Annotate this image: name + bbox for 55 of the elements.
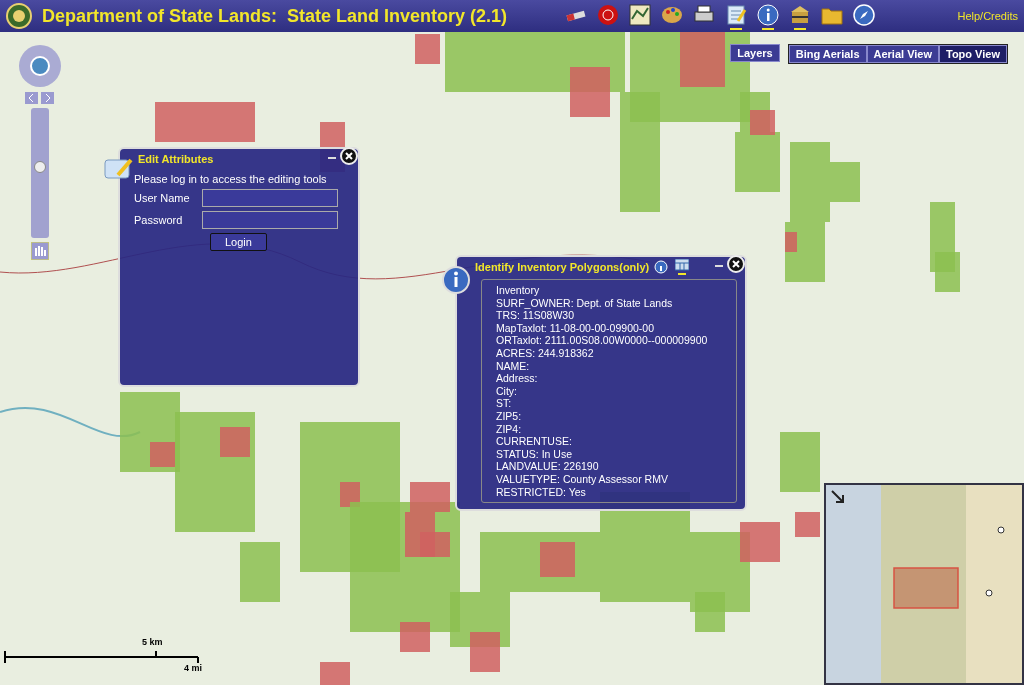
close-icon <box>732 260 740 268</box>
attribute-line: VALUETYPE: County Assessor RMV <box>496 472 669 486</box>
minimize-button[interactable] <box>328 157 336 159</box>
attribute-line: TRS: 11S08W30 <box>496 309 575 322</box>
info-icon <box>757 4 780 26</box>
input-field[interactable] <box>202 211 338 229</box>
compass-icon <box>853 4 876 26</box>
target-icon <box>597 4 620 26</box>
close-icon <box>345 152 353 160</box>
prev-next-icon[interactable] <box>25 92 55 104</box>
info-icon[interactable] <box>654 260 668 274</box>
basemap-button[interactable]: Bing Aerials <box>788 45 867 63</box>
help-credits-link[interactable]: Help/Credits <box>957 10 1018 22</box>
login-button[interactable]: Login <box>210 233 267 251</box>
attribute-line: NAME: <box>496 359 531 373</box>
input-field[interactable] <box>202 189 338 207</box>
attribute-line: City: <box>496 384 518 398</box>
attribute-line: Address: <box>496 372 539 385</box>
attribute-line: RESTRICTED: Yes <box>496 485 587 499</box>
basemap-button[interactable]: Topo View <box>939 45 1007 63</box>
field-label: Password <box>134 214 184 226</box>
panel-title: Edit Attributes <box>138 153 214 165</box>
table-icon[interactable] <box>675 259 689 275</box>
minimize-button[interactable] <box>715 265 723 267</box>
scale-label: 5 km <box>142 637 163 647</box>
info-icon <box>441 265 471 295</box>
attribute-line: MapTaxlot: 11-08-00-00-09900-00 <box>496 321 655 335</box>
topographic-map[interactable] <box>0 32 1024 685</box>
zoom-thumb[interactable] <box>34 160 46 173</box>
palette-icon <box>661 4 684 26</box>
login-message: Please log in to access the editing tools <box>134 173 328 185</box>
panel-title: Identify Inventory Polygons(only) <box>475 261 650 273</box>
attribute-line: Inventory <box>496 284 541 297</box>
close-button[interactable] <box>340 147 358 165</box>
attribute-line: ACRES: 244.918362 <box>496 346 595 360</box>
attribute-line: STATUS: In Use <box>496 447 574 461</box>
close-button[interactable] <box>727 255 745 273</box>
attribute-line: ST: <box>496 397 513 410</box>
attribute-line: LANDVALUE: 226190 <box>496 460 600 473</box>
scale-label: 4 mi <box>184 663 202 673</box>
collapse-arrow-icon[interactable] <box>830 489 846 505</box>
attribute-line: CURRENTUSE: <box>496 435 573 448</box>
notepad-icon <box>725 4 748 26</box>
zoom-slider[interactable] <box>31 108 49 238</box>
attribute-line: SURF_OWNER: Dept. of State Lands <box>496 296 674 310</box>
attribute-line: ORTaxlot: 2111.00S08.00W0000--000009900 <box>496 334 709 347</box>
layers-button[interactable]: Layers <box>730 44 780 62</box>
basemap-button[interactable]: Aerial View <box>866 45 939 63</box>
attribute-line: ZIP5: <box>496 409 523 423</box>
field-label: User Name <box>134 192 191 204</box>
pan-control-icon[interactable] <box>18 44 62 88</box>
attribute-line: ZIP4: <box>496 422 523 436</box>
app-title: Department of State Lands: State Land Inventory (2.1) <box>42 5 509 27</box>
seal-icon <box>6 3 32 29</box>
info-tool-button[interactable] <box>755 2 782 30</box>
